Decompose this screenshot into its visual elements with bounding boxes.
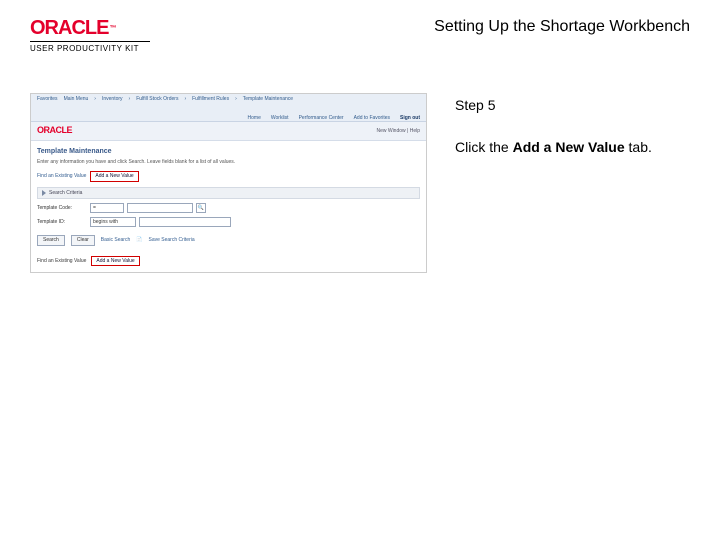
template-id-op[interactable]: begins with [90, 217, 136, 227]
footer-add-chip[interactable]: Add a New Value [91, 256, 139, 267]
search-criteria-bar[interactable]: Search Criteria [37, 187, 420, 200]
oracle-logo-text: ORACLE [30, 18, 108, 38]
breadcrumb-item[interactable]: Favorites [37, 96, 58, 103]
signout-link[interactable]: Sign out [400, 115, 420, 122]
component-subtitle: Enter any information you have and click… [37, 159, 420, 166]
template-id-label: Template ID: [37, 219, 87, 226]
top-link[interactable]: Performance Center [299, 115, 344, 122]
top-links: Home Worklist Performance Center Add to … [37, 115, 420, 122]
breadcrumb-item[interactable]: Fulfill Stock Orders [136, 96, 178, 103]
breadcrumb-item[interactable]: Template Maintenance [243, 96, 293, 103]
trademark-icon: ™ [109, 25, 115, 32]
component-title: Template Maintenance [37, 147, 420, 156]
template-id-input[interactable] [139, 217, 231, 227]
instruction-pre: Click the [455, 139, 513, 155]
top-link[interactable]: Add to Favorites [354, 115, 390, 122]
app-topbar: Favorites Main Menu› Inventory› Fulfill … [31, 94, 426, 122]
save-icon: 📄 [136, 237, 142, 244]
tab-find-existing[interactable]: Find an Existing Value [37, 173, 86, 180]
breadcrumb-item[interactable]: Fulfillment Rules [192, 96, 229, 103]
basic-search-link[interactable]: Basic Search [101, 237, 130, 244]
breadcrumb-item[interactable]: Inventory [102, 96, 123, 103]
brand-block: ORACLE ™ USER PRODUCTIVITY KIT [30, 18, 150, 53]
disclosure-triangle-icon [42, 190, 46, 196]
brand-subtitle: USER PRODUCTIVITY KIT [30, 44, 150, 53]
page-title: Setting Up the Shortage Workbench [434, 18, 690, 36]
top-link[interactable]: Home [248, 115, 261, 122]
footer-find-link[interactable]: Find an Existing Value [37, 258, 86, 265]
template-code-op[interactable]: = [90, 203, 124, 213]
top-link[interactable]: Worklist [271, 115, 289, 122]
window-links[interactable]: New Window | Help [376, 128, 420, 135]
brand-divider [30, 41, 150, 42]
search-button[interactable]: Search [37, 235, 65, 246]
breadcrumb: Favorites Main Menu› Inventory› Fulfill … [37, 96, 420, 103]
save-search-link[interactable]: Save Search Criteria [149, 237, 195, 244]
breadcrumb-item[interactable]: Main Menu [64, 96, 89, 103]
lookup-icon[interactable]: 🔍 [196, 203, 206, 213]
instruction-bold: Add a New Value [513, 139, 625, 155]
oracle-logo: ORACLE ™ [30, 18, 150, 38]
instruction-post: tab. [625, 139, 652, 155]
tab-add-new-value[interactable]: Add a New Value [90, 171, 138, 182]
search-criteria-label: Search Criteria [49, 190, 82, 197]
app-subbar: ORACLE New Window | Help [31, 122, 426, 141]
instruction-text: Click the Add a New Value tab. [455, 139, 690, 155]
template-code-label: Template Code: [37, 205, 87, 212]
step-label: Step 5 [455, 97, 690, 113]
template-code-select[interactable] [127, 203, 193, 213]
oracle-small-logo: ORACLE [37, 125, 72, 137]
embedded-screenshot: Favorites Main Menu› Inventory› Fulfill … [30, 93, 427, 273]
clear-button[interactable]: Clear [71, 235, 95, 246]
